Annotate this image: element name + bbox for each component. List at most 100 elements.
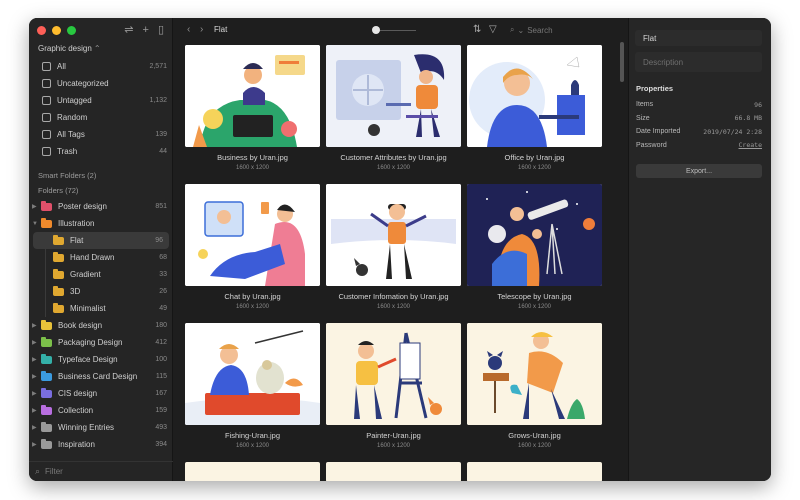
disclosure-expanded-icon[interactable]: ▼ <box>32 221 38 227</box>
thumbnail-chat[interactable] <box>185 184 320 286</box>
zoom-window-button[interactable] <box>67 26 76 35</box>
forward-button[interactable]: › <box>200 24 203 35</box>
zoom-slider-knob[interactable] <box>372 26 380 34</box>
grid-scrollbar[interactable] <box>620 42 624 82</box>
minimize-window-button[interactable] <box>52 26 61 35</box>
grid-item[interactable]: Chat by Uran.jpg 1600 x 1200 <box>185 184 320 310</box>
add-icon[interactable]: + <box>143 23 149 37</box>
filter-input[interactable]: Filter <box>45 467 63 476</box>
filter-icon[interactable]: ▽ <box>489 24 497 35</box>
search-input[interactable]: Search <box>527 26 552 35</box>
grid-item-partial[interactable] <box>467 462 602 481</box>
folder-item[interactable]: ▶ Poster design 851 <box>29 198 173 215</box>
folder-item[interactable]: ▶ Inspiration 394 <box>29 436 173 453</box>
disclosure-collapsed-icon[interactable]: ▶ <box>32 322 37 329</box>
grid-item[interactable]: Customer Infomation by Uran.jpg 1600 x 1… <box>326 184 461 310</box>
grid-item[interactable]: Customer Attributes by Uran.jpg 1600 x 1… <box>326 45 461 171</box>
folders-header[interactable]: Folders (72) <box>29 183 173 198</box>
filter-toggle-icon[interactable]: ⇌ <box>124 23 133 37</box>
thumbnail-grows[interactable] <box>467 323 602 425</box>
description-field[interactable]: Description <box>635 52 762 72</box>
nav-item-random[interactable]: Random <box>29 109 173 126</box>
folder-item[interactable]: ▶ Winning Entries 493 <box>29 419 173 436</box>
folder-item[interactable]: ▶ Collection 159 <box>29 402 173 419</box>
disclosure-collapsed-icon[interactable]: ▶ <box>32 203 37 210</box>
grid-item-partial[interactable] <box>185 462 320 481</box>
folder-item[interactable]: ▶ Typeface Design 100 <box>29 351 173 368</box>
grid-item-name: Painter-Uran.jpg <box>366 431 421 440</box>
thumbnail-partial[interactable] <box>326 462 461 481</box>
thumbnail-partial[interactable] <box>185 462 320 481</box>
library-switcher[interactable]: Graphic design ⌃ <box>38 44 101 53</box>
folder-label: Hand Drawn <box>70 253 115 262</box>
thumbnail-telescope[interactable] <box>467 184 602 286</box>
chevron-updown-icon: ⌃ <box>93 44 101 53</box>
folder-item[interactable]: ▶ Packaging Design 412 <box>29 334 173 351</box>
properties-list: Items 96 Size 66.8 MB Date Imported 2019… <box>636 98 762 152</box>
create-password-link[interactable]: Create <box>739 141 762 149</box>
thumbnail-painter[interactable] <box>326 323 461 425</box>
grid-item[interactable]: Office by Uran.jpg 1600 x 1200 <box>467 45 602 171</box>
property-value: 96 <box>754 100 762 109</box>
sort-icon[interactable]: ⇅ <box>473 24 481 35</box>
folder-item[interactable]: Minimalist 49 <box>29 300 173 317</box>
folder-item[interactable]: 3D 26 <box>29 283 173 300</box>
disclosure-collapsed-icon[interactable]: ▶ <box>32 356 37 363</box>
disclosure-collapsed-icon[interactable]: ▶ <box>32 424 37 431</box>
export-button[interactable]: Export... <box>636 164 762 178</box>
folder-item[interactable]: ▶ CIS design 167 <box>29 385 173 402</box>
zoom-slider-track[interactable] <box>376 30 416 31</box>
thumbnail-business[interactable] <box>185 45 320 147</box>
smart-folders-header[interactable]: Smart Folders (2) <box>29 168 173 183</box>
folder-icon <box>53 234 64 245</box>
grid-item-name: Business by Uran.jpg <box>217 153 288 162</box>
folder-icon <box>41 387 52 398</box>
folder-label: Poster design <box>58 202 107 211</box>
folder-label: Gradient <box>70 270 101 279</box>
search-box[interactable]: ⌕ ⌄ Search <box>506 23 626 37</box>
disclosure-collapsed-icon[interactable]: ▶ <box>32 373 37 380</box>
grid-item-name: Office by Uran.jpg <box>504 153 565 162</box>
sidebar-filter[interactable]: ⌕ Filter <box>29 461 173 481</box>
property-date-imported: Date Imported 2019/07/24 2:28 <box>636 125 762 139</box>
thumbnail-customer-information[interactable] <box>326 184 461 286</box>
close-window-button[interactable] <box>37 26 46 35</box>
nav-item-trash[interactable]: Trash 44 <box>29 143 173 160</box>
disclosure-collapsed-icon[interactable]: ▶ <box>32 339 37 346</box>
nav-item-untagged[interactable]: Untagged 1,132 <box>29 92 173 109</box>
folder-item[interactable]: ▼ Illustration <box>29 215 173 232</box>
folder-list: ▶ Poster design 851 ▼ Illustration Flat 96 Hand… <box>29 198 173 453</box>
folder-label: Winning Entries <box>58 423 115 432</box>
thumbnail-fishing[interactable] <box>185 323 320 425</box>
disclosure-collapsed-icon[interactable]: ▶ <box>32 407 37 414</box>
disclosure-collapsed-icon[interactable]: ▶ <box>32 390 37 397</box>
nav-item-all-tags[interactable]: All Tags 139 <box>29 126 173 143</box>
thumbnail-partial[interactable] <box>467 462 602 481</box>
disclosure-collapsed-icon[interactable]: ▶ <box>32 441 37 448</box>
folder-item[interactable]: Hand Drawn 68 <box>29 249 173 266</box>
grid-item-dimensions: 1600 x 1200 <box>235 304 270 310</box>
sidebar-toggle-icon[interactable]: ▯ <box>158 23 164 37</box>
grid-item[interactable]: Telescope by Uran.jpg 1600 x 1200 <box>467 184 602 310</box>
random-icon <box>41 113 51 123</box>
grid-item[interactable]: Painter-Uran.jpg 1600 x 1200 <box>326 323 461 449</box>
grid-item[interactable]: Fishing-Uran.jpg 1600 x 1200 <box>185 323 320 449</box>
nav-item-uncategorized[interactable]: Uncategorized <box>29 75 173 92</box>
thumbnail-customer-attributes[interactable] <box>326 45 461 147</box>
back-button[interactable]: ‹ <box>187 24 190 35</box>
folder-count: 68 <box>159 254 167 261</box>
folder-name-field[interactable]: Flat <box>635 30 762 46</box>
grid-item-partial[interactable] <box>326 462 461 481</box>
folder-item[interactable]: Gradient 33 <box>29 266 173 283</box>
folder-item-active[interactable]: Flat 96 <box>33 232 169 249</box>
grid-item[interactable]: Business by Uran.jpg 1600 x 1200 <box>185 45 320 171</box>
folder-item[interactable]: ▶ Book design 180 <box>29 317 173 334</box>
grid-item[interactable]: Grows-Uran.jpg 1600 x 1200 <box>467 323 602 449</box>
thumbnail-office[interactable] <box>467 45 602 147</box>
nav-item-all[interactable]: All 2,571 <box>29 58 173 75</box>
folder-item[interactable]: ▶ Business Card Design 115 <box>29 368 173 385</box>
property-value: 66.8 MB <box>734 114 762 123</box>
nav-item-count: 139 <box>155 131 167 138</box>
grid-item-dimensions: 1600 x 1200 <box>517 304 552 310</box>
folder-count: 26 <box>159 288 167 295</box>
